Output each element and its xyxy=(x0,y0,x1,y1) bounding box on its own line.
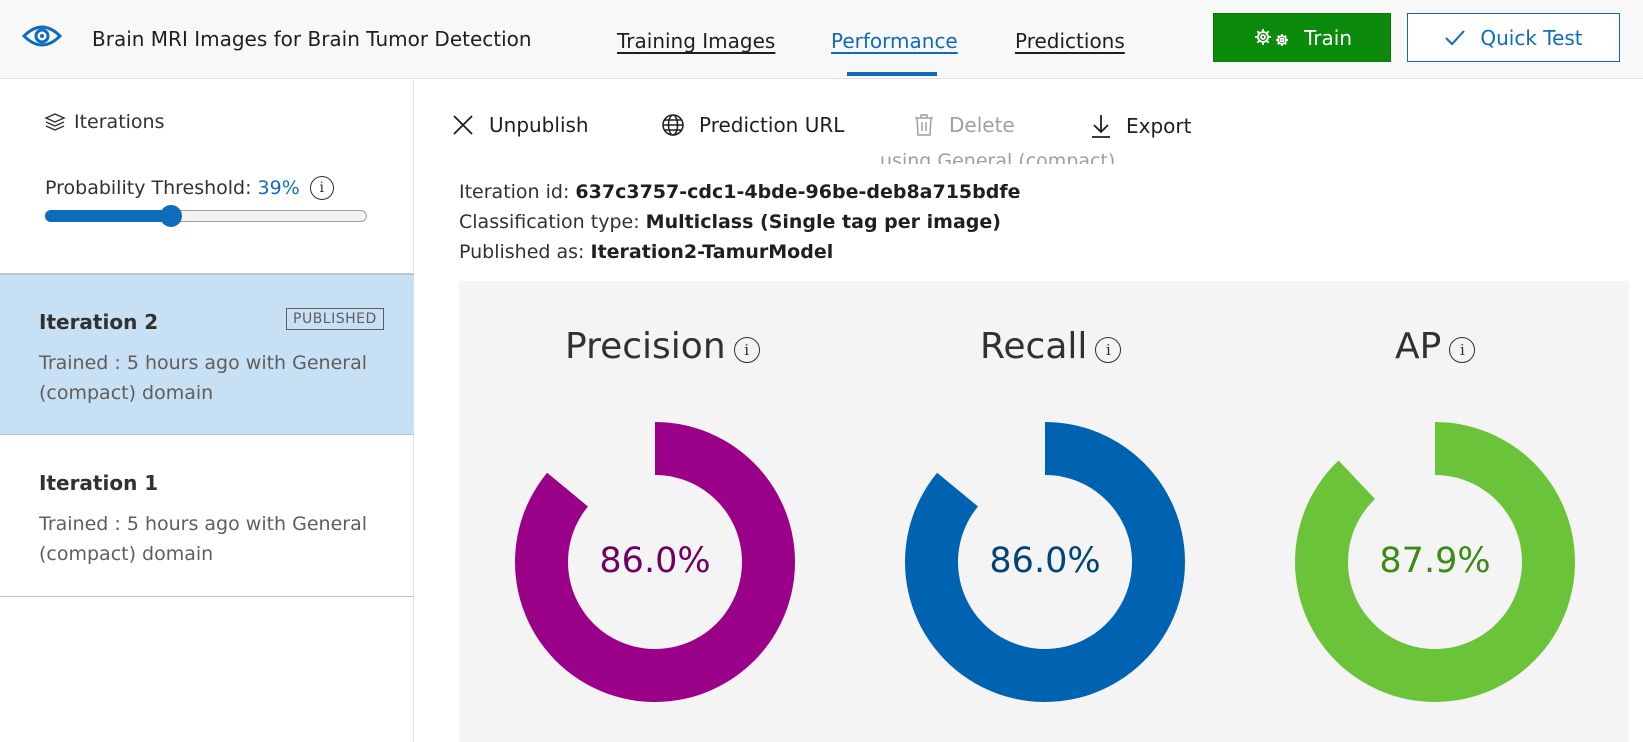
threshold-value: 39% xyxy=(257,177,300,199)
iteration-id-label: Iteration id: xyxy=(459,181,570,203)
active-tab-indicator xyxy=(847,72,937,76)
download-icon xyxy=(1092,115,1110,138)
iteration-id-value: 637c3757-cdc1-4bde-96be-deb8a715bdfe xyxy=(575,181,1021,203)
published-as-label: Published as: xyxy=(459,241,585,263)
iteration-1-card[interactable]: Iteration 1 Trained : 5 hours ago with G… xyxy=(0,436,414,597)
export-label: Export xyxy=(1126,114,1192,138)
app-header: Brain MRI Images for Brain Tumor Detecti… xyxy=(0,0,1643,79)
recall-value: 86.0% xyxy=(989,541,1101,581)
metric-title-label: AP xyxy=(1395,326,1442,367)
threshold-slider-thumb[interactable] xyxy=(159,205,182,227)
train-button-label: Train xyxy=(1304,25,1352,50)
iteration-name: Iteration 2 xyxy=(39,310,159,334)
export-button[interactable]: Export xyxy=(1090,113,1191,139)
iteration-2-card[interactable]: Iteration 2 PUBLISHED Trained : 5 hours … xyxy=(0,274,414,435)
delete-label: Delete xyxy=(949,113,1015,137)
tab-predictions[interactable]: Predictions xyxy=(1015,29,1125,53)
train-button[interactable]: Train xyxy=(1213,13,1391,62)
iteration-name: Iteration 1 xyxy=(39,471,159,495)
cut-off-domain-text: using General (compact) xyxy=(880,150,1116,164)
gears-icon xyxy=(1255,28,1288,46)
project-title: Brain MRI Images for Brain Tumor Detecti… xyxy=(92,27,532,51)
ap-title: AP i xyxy=(1395,326,1476,367)
published-as-value: Iteration2-TamurModel xyxy=(590,241,834,263)
unpublish-label: Unpublish xyxy=(489,113,589,137)
iteration-id-line: Iteration id: 637c3757-cdc1-4bde-96be-de… xyxy=(459,181,1021,203)
published-as-line: Published as: Iteration2-TamurModel xyxy=(459,241,833,263)
iterations-heading-label: Iterations xyxy=(74,111,165,133)
metric-title-label: Recall xyxy=(980,326,1088,367)
tab-performance[interactable]: Performance xyxy=(831,29,958,53)
threshold-slider-fill xyxy=(45,210,171,222)
metric-title-label: Precision xyxy=(565,326,726,367)
prediction-url-label: Prediction URL xyxy=(699,113,845,137)
precision-value: 86.0% xyxy=(599,541,711,581)
recall-title: Recall i xyxy=(980,326,1122,367)
threshold-label: Probability Threshold: xyxy=(45,177,252,199)
info-icon[interactable]: i xyxy=(309,176,334,200)
classification-type-value: Multiclass (Single tag per image) xyxy=(645,211,1001,233)
iterations-heading: Iterations xyxy=(44,111,165,133)
info-icon[interactable]: i xyxy=(733,336,760,363)
iteration-description: Trained : 5 hours ago with General (comp… xyxy=(39,352,368,404)
checkmark-icon xyxy=(1445,29,1466,45)
layers-icon xyxy=(44,113,66,131)
eye-logo-icon[interactable] xyxy=(22,20,62,52)
tab-training-images[interactable]: Training Images xyxy=(617,29,775,53)
globe-icon xyxy=(662,114,684,136)
info-icon[interactable]: i xyxy=(1095,336,1122,363)
trash-icon xyxy=(915,114,933,136)
iteration-description: Trained : 5 hours ago with General (comp… xyxy=(39,513,368,565)
quick-test-button[interactable]: Quick Test xyxy=(1407,13,1620,62)
info-icon[interactable]: i xyxy=(1449,336,1476,363)
ap-value: 87.9% xyxy=(1379,541,1491,581)
probability-threshold: Probability Threshold: 39% i xyxy=(45,176,334,200)
precision-title: Precision i xyxy=(565,326,760,367)
quick-test-button-label: Quick Test xyxy=(1480,25,1583,50)
classification-type-line: Classification type: Multiclass (Single … xyxy=(459,211,1001,233)
prediction-url-button[interactable]: Prediction URL xyxy=(661,113,844,137)
classification-type-label: Classification type: xyxy=(459,211,640,233)
delete-button[interactable]: Delete xyxy=(913,113,1015,137)
published-badge: PUBLISHED xyxy=(286,308,384,330)
unpublish-button[interactable]: Unpublish xyxy=(451,113,589,137)
close-icon xyxy=(453,115,473,135)
